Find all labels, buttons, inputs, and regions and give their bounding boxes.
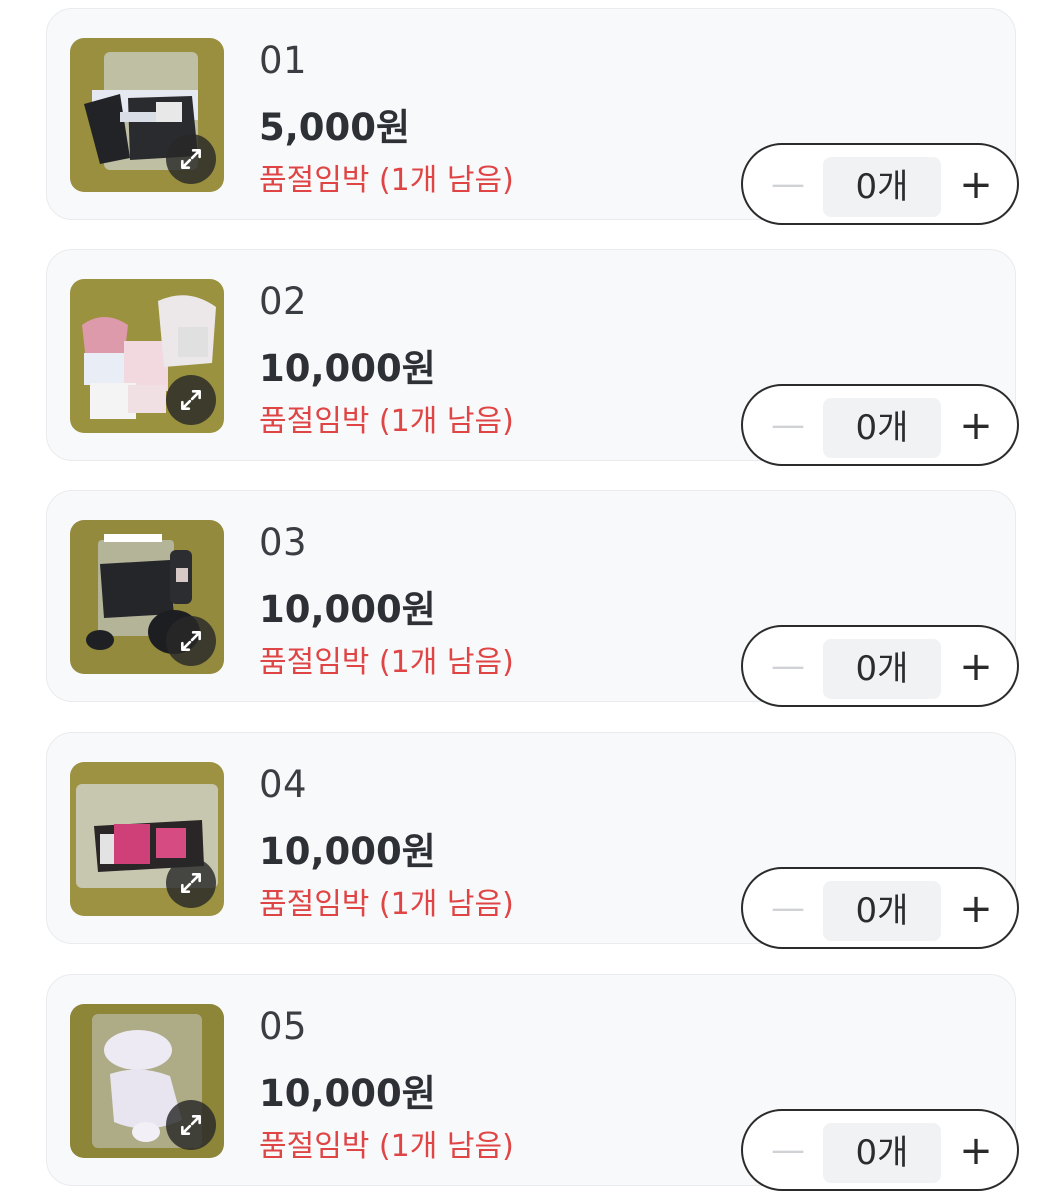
increase-button[interactable]: + xyxy=(955,1131,997,1171)
decrease-button[interactable]: — xyxy=(769,889,807,927)
quantity-stepper: — 0개 + xyxy=(741,143,1019,225)
expand-icon[interactable] xyxy=(166,1100,216,1150)
stock-status: 품절임박 (1개 남음) xyxy=(259,163,514,198)
option-price: 10,000원 xyxy=(259,347,436,390)
quantity-value: 0개 xyxy=(823,157,941,217)
quantity-value: 0개 xyxy=(823,639,941,699)
quantity-stepper: — 0개 + xyxy=(741,384,1019,466)
increase-button[interactable]: + xyxy=(955,406,997,446)
decrease-button[interactable]: — xyxy=(769,1131,807,1169)
expand-icon[interactable] xyxy=(166,134,216,184)
decrease-button[interactable]: — xyxy=(769,165,807,203)
increase-button[interactable]: + xyxy=(955,165,997,205)
option-card: 02 10,000원 품절임박 (1개 남음) — 0개 + xyxy=(46,249,1019,466)
product-thumbnail[interactable] xyxy=(70,762,224,916)
option-card: 03 10,000원 품절임박 (1개 남음) — 0개 + xyxy=(46,490,1019,707)
option-number: 04 xyxy=(259,763,308,806)
quantity-value: 0개 xyxy=(823,1123,941,1183)
quantity-value: 0개 xyxy=(823,398,941,458)
option-price: 5,000원 xyxy=(259,106,411,149)
option-card: 05 10,000원 품절임박 (1개 남음) — 0개 + xyxy=(46,974,1019,1191)
quantity-stepper: — 0개 + xyxy=(741,867,1019,949)
stock-status: 품절임박 (1개 남음) xyxy=(259,887,514,922)
option-price: 10,000원 xyxy=(259,830,436,873)
stock-status: 품절임박 (1개 남음) xyxy=(259,645,514,680)
option-card: 01 5,000원 품절임박 (1개 남음) — 0개 + xyxy=(46,8,1019,225)
option-price: 10,000원 xyxy=(259,588,436,631)
decrease-button[interactable]: — xyxy=(769,647,807,685)
product-thumbnail[interactable] xyxy=(70,279,224,433)
decrease-button[interactable]: — xyxy=(769,406,807,444)
stock-status: 품절임박 (1개 남음) xyxy=(259,404,514,439)
increase-button[interactable]: + xyxy=(955,647,997,687)
stock-status: 품절임박 (1개 남음) xyxy=(259,1129,514,1164)
quantity-stepper: — 0개 + xyxy=(741,1109,1019,1191)
expand-icon[interactable] xyxy=(166,858,216,908)
product-thumbnail[interactable] xyxy=(70,1004,224,1158)
expand-icon[interactable] xyxy=(166,375,216,425)
option-number: 05 xyxy=(259,1005,308,1048)
product-option-list: 01 5,000원 품절임박 (1개 남음) — 0개 + 02 10,000원… xyxy=(0,0,1062,1200)
product-thumbnail[interactable] xyxy=(70,520,224,674)
option-price: 10,000원 xyxy=(259,1072,436,1115)
product-thumbnail[interactable] xyxy=(70,38,224,192)
option-card: 04 10,000원 품절임박 (1개 남음) — 0개 + xyxy=(46,732,1019,949)
option-number: 01 xyxy=(259,39,308,82)
quantity-stepper: — 0개 + xyxy=(741,625,1019,707)
expand-icon[interactable] xyxy=(166,616,216,666)
increase-button[interactable]: + xyxy=(955,889,997,929)
quantity-value: 0개 xyxy=(823,881,941,941)
option-number: 02 xyxy=(259,280,308,323)
option-number: 03 xyxy=(259,521,308,564)
